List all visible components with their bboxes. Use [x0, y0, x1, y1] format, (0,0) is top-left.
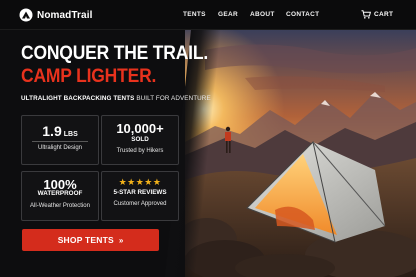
feature-value: 10,000+ — [116, 121, 164, 136]
cart-link[interactable]: CART — [361, 10, 393, 19]
nav-link-about[interactable]: ABOUT — [250, 11, 275, 18]
cta-label: SHOP TENTS — [57, 235, 114, 245]
brand-name: NomadTrail — [37, 9, 93, 21]
star-rating-icon: ★★★★★ — [118, 177, 162, 187]
card-divider — [32, 141, 88, 142]
feature-label: Customer Approved — [113, 201, 167, 207]
feature-card-reviews: ★★★★★ 5-STAR REVIEWS Customer Approved — [101, 171, 179, 221]
tagline-light: BUILT FOR ADVENTURE — [136, 95, 211, 102]
brand[interactable]: NomadTrail — [19, 8, 92, 22]
feature-label: Trusted by Hikers — [116, 148, 164, 154]
tagline-strong: ULTRALIGHT BACKPACKING TENTS — [21, 95, 135, 102]
cart-label: CART — [374, 11, 394, 18]
tagline: ULTRALIGHT BACKPACKING TENTS BUILT FOR A… — [21, 95, 211, 102]
feature-unit: LBS — [63, 131, 78, 138]
feature-sub: WATERPROOF — [37, 190, 83, 197]
tent-logo-icon — [19, 8, 33, 22]
feature-label: Ultralight Design — [37, 145, 83, 151]
headline-accent: CAMP LIGHTER. — [21, 66, 157, 87]
headline-primary: CONQUER THE TRAIL. — [21, 43, 209, 64]
feature-sub: 5-STAR REVIEWS — [113, 189, 167, 196]
shop-tents-button[interactable]: SHOP TENTS » — [22, 229, 159, 251]
feature-label: All-Weather Protection — [30, 202, 90, 209]
feature-card-sold: 10,000+ SOLD Trusted by Hikers — [101, 115, 179, 165]
feature-value: 1.9 — [42, 123, 62, 139]
cart-icon — [361, 10, 371, 19]
top-nav: NomadTrail TENTS GEAR ABOUT CONTACT CART — [0, 0, 416, 30]
nav-link-gear[interactable]: GEAR — [218, 11, 238, 18]
feature-card-weight: 1.9 LBS Ultralight Design — [21, 115, 99, 165]
feature-card-waterproof: 100% WATERPROOF All-Weather Protection — [21, 171, 99, 221]
hero-image — [185, 30, 416, 277]
nav-link-contact[interactable]: CONTACT — [286, 11, 319, 18]
feature-sub: SOLD — [131, 136, 149, 143]
double-chevron-right-icon: » — [118, 235, 124, 245]
nav-link-tents[interactable]: TENTS — [183, 11, 206, 18]
